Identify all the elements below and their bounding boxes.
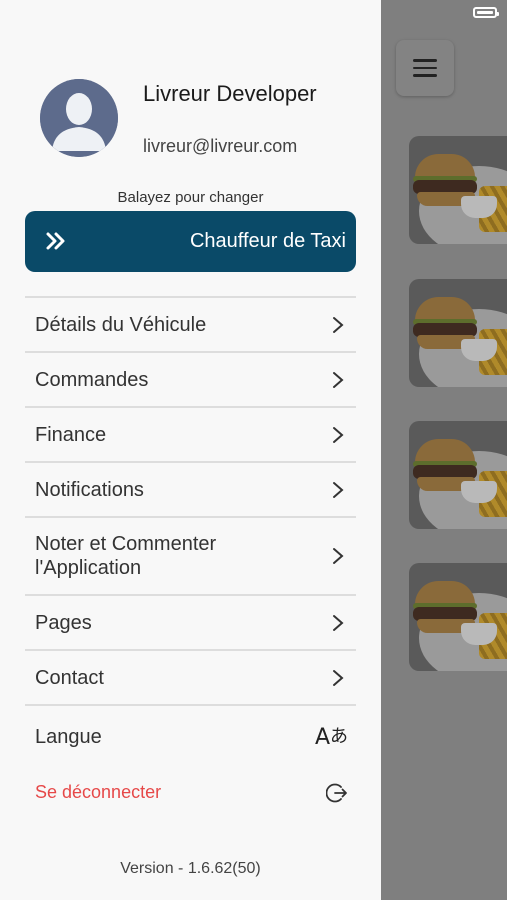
logout-icon[interactable] — [326, 782, 348, 804]
logout-row[interactable]: Se déconnecter — [25, 780, 356, 808]
hamburger-line — [413, 59, 437, 62]
menu-item-label: Détails du Véhicule — [35, 313, 207, 336]
language-row[interactable]: Langue Aあ — [25, 722, 356, 754]
menu-item-rate-app[interactable]: Noter et Commenter l'Application — [25, 518, 356, 596]
app-version: Version - 1.6.62(50) — [120, 860, 261, 877]
chevron-right-icon — [333, 371, 344, 388]
chevron-right-icon — [333, 548, 344, 564]
swipe-mode-label: Chauffeur de Taxi — [189, 230, 346, 252]
swipe-mode-button[interactable]: Chauffeur de Taxi — [25, 211, 356, 272]
hamburger-line — [413, 74, 437, 77]
translate-icon[interactable]: Aあ — [315, 722, 348, 750]
menu-item-orders[interactable]: Commandes — [25, 353, 356, 408]
chevron-right-icon — [333, 426, 344, 443]
profile-name: Livreur Developer — [143, 81, 317, 106]
chevron-right-icon — [333, 481, 344, 498]
drawer-menu: Détails du Véhicule Commandes Finance No… — [25, 296, 356, 706]
menu-item-pages[interactable]: Pages — [25, 596, 356, 651]
user-silhouette-icon — [40, 79, 118, 157]
menu-item-notifications[interactable]: Notifications — [25, 463, 356, 518]
menu-item-label: Notifications — [35, 478, 144, 501]
food-card[interactable] — [409, 279, 507, 387]
avatar[interactable] — [40, 79, 118, 157]
battery-icon — [473, 7, 499, 18]
menu-item-contact[interactable]: Contact — [25, 651, 356, 706]
profile-email: livreur@livreur.com — [143, 136, 298, 156]
menu-item-label: Pages — [35, 611, 92, 634]
language-label: Langue — [35, 726, 102, 748]
hamburger-line — [413, 66, 437, 70]
food-card[interactable] — [409, 563, 507, 671]
menu-item-vehicle-details[interactable]: Détails du Véhicule — [25, 298, 356, 353]
swipe-hint: Balayez pour changer — [117, 189, 264, 206]
menu-item-label: Noter et Commenter l'Application — [35, 533, 217, 579]
menu-item-label: Contact — [35, 666, 104, 689]
chevron-right-icon — [333, 614, 344, 631]
food-card[interactable] — [409, 421, 507, 529]
chevron-right-icon — [333, 316, 344, 333]
menu-item-finance[interactable]: Finance — [25, 408, 356, 463]
side-drawer: Livreur Developer livreur@livreur.com Ba… — [0, 0, 381, 900]
logout-label: Se déconnecter — [35, 782, 162, 802]
food-card[interactable] — [409, 136, 507, 244]
chevron-right-icon — [333, 669, 344, 686]
menu-button[interactable] — [396, 40, 454, 96]
double-chevron-right-icon — [46, 232, 65, 250]
menu-item-label: Finance — [35, 423, 107, 446]
menu-item-label: Commandes — [35, 368, 149, 391]
